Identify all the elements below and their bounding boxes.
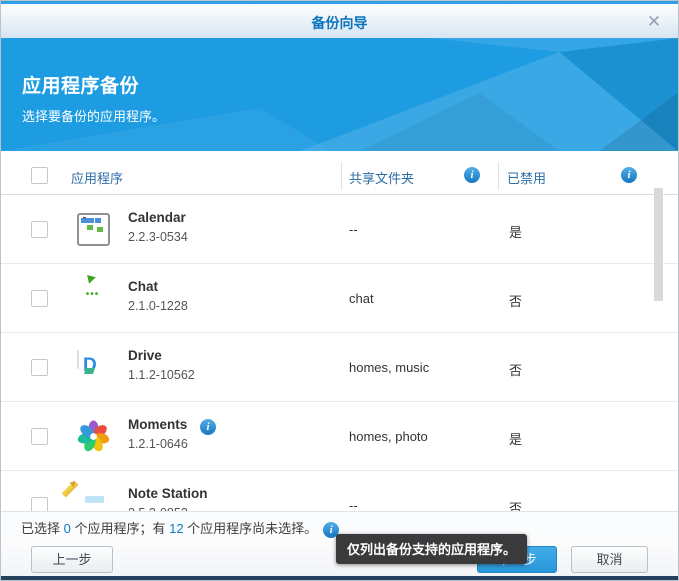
app-name: Moments i — [128, 417, 188, 432]
dialog-title: 备份向导 — [1, 13, 678, 33]
column-header-app[interactable]: 应用程序 — [71, 168, 123, 187]
row-checkbox[interactable] — [31, 290, 48, 307]
app-name-block: Chat 2.1.0-1228 — [128, 279, 188, 313]
table-row-moments[interactable]: Moments i 1.2.1-0646 homes, photo 是 — [1, 402, 678, 471]
shared-folder-cell: homes, music — [349, 360, 429, 375]
shared-folder-cell: -- — [349, 222, 358, 237]
table-row-chat[interactable]: ••• Chat 2.1.0-1228 chat 否 — [1, 264, 678, 333]
hero-text: 应用程序备份 选择要备份的应用程序。 — [22, 71, 165, 125]
app-name-block: Note Station 2.5.3-0853 — [128, 486, 208, 511]
app-name: Drive — [128, 348, 195, 363]
disabled-cell: 否 — [509, 360, 522, 379]
dialog-bottom-edge — [1, 576, 678, 580]
drive-app-icon: D — [77, 350, 79, 369]
vertical-scrollbar[interactable] — [654, 188, 663, 301]
shared-folder-info-icon[interactable]: i — [464, 167, 480, 183]
app-name: Chat — [128, 279, 188, 294]
shared-folder-cell: chat — [349, 291, 374, 306]
app-name: Calendar — [128, 210, 188, 225]
tooltip: 仅列出备份支持的应用程序。 — [336, 534, 527, 564]
disabled-info-icon[interactable]: i — [621, 167, 637, 183]
shared-folder-cell: homes, photo — [349, 429, 428, 444]
column-header-disabled[interactable]: 已禁用 — [507, 168, 546, 187]
app-version: 1.2.1-0646 — [128, 437, 188, 451]
disabled-cell: 否 — [509, 291, 522, 310]
summary-middle: 个应用程序；有 — [71, 521, 169, 536]
page-title: 应用程序备份 — [22, 71, 165, 98]
summary-suffix: 个应用程序尚未选择。 — [184, 521, 318, 536]
titlebar: 备份向导 ✕ — [1, 1, 678, 38]
select-all-checkbox[interactable] — [31, 167, 48, 184]
app-name: Note Station — [128, 486, 208, 501]
app-name-block: Calendar 2.2.3-0534 — [128, 210, 188, 244]
calendar-app-icon — [77, 213, 110, 246]
shared-folder-cell: -- — [349, 498, 358, 511]
disabled-cell: 是 — [509, 429, 522, 448]
app-version: 2.1.0-1228 — [128, 299, 188, 313]
table-row-note-station[interactable]: Note Station 2.5.3-0853 -- 否 — [1, 471, 678, 511]
app-version: 2.2.3-0534 — [128, 230, 188, 244]
row-checkbox[interactable] — [31, 497, 48, 511]
app-version: 1.1.2-10562 — [128, 368, 195, 382]
selected-count: 0 — [64, 521, 71, 536]
column-header-shared-folder[interactable]: 共享文件夹 — [349, 168, 414, 187]
column-divider — [341, 162, 342, 190]
summary-prefix: 已选择 — [21, 521, 64, 536]
page-subtitle: 选择要备份的应用程序。 — [22, 106, 165, 125]
disabled-cell: 否 — [509, 498, 522, 511]
app-name-block: Moments i 1.2.1-0646 — [128, 417, 188, 451]
backup-wizard-dialog: 备份向导 ✕ 应用程序备份 选择要备份的应用程序。 应用程序 共享文件夹 i 已… — [0, 0, 679, 581]
table-header: 应用程序 共享文件夹 i 已禁用 i — [1, 158, 678, 195]
column-divider — [498, 162, 499, 190]
unselected-count: 12 — [169, 521, 183, 536]
close-icon[interactable]: ✕ — [644, 12, 664, 32]
moments-info-icon[interactable]: i — [200, 419, 216, 435]
row-checkbox[interactable] — [31, 359, 48, 376]
wizard-hero: 应用程序备份 选择要备份的应用程序。 — [1, 38, 678, 151]
table-row-calendar[interactable]: Calendar 2.2.3-0534 -- 是 — [1, 195, 678, 264]
moments-app-icon — [77, 440, 110, 457]
row-checkbox[interactable] — [31, 428, 48, 445]
row-checkbox[interactable] — [31, 221, 48, 238]
cancel-button[interactable]: 取消 — [571, 546, 648, 573]
disabled-cell: 是 — [509, 222, 522, 241]
previous-button[interactable]: 上一步 — [31, 546, 113, 573]
table-row-drive[interactable]: D Drive 1.1.2-10562 homes, music 否 — [1, 333, 678, 402]
app-table: 应用程序 共享文件夹 i 已禁用 i Calendar 2.2.3-0534 -… — [1, 151, 678, 511]
app-name-block: Drive 1.1.2-10562 — [128, 348, 195, 382]
